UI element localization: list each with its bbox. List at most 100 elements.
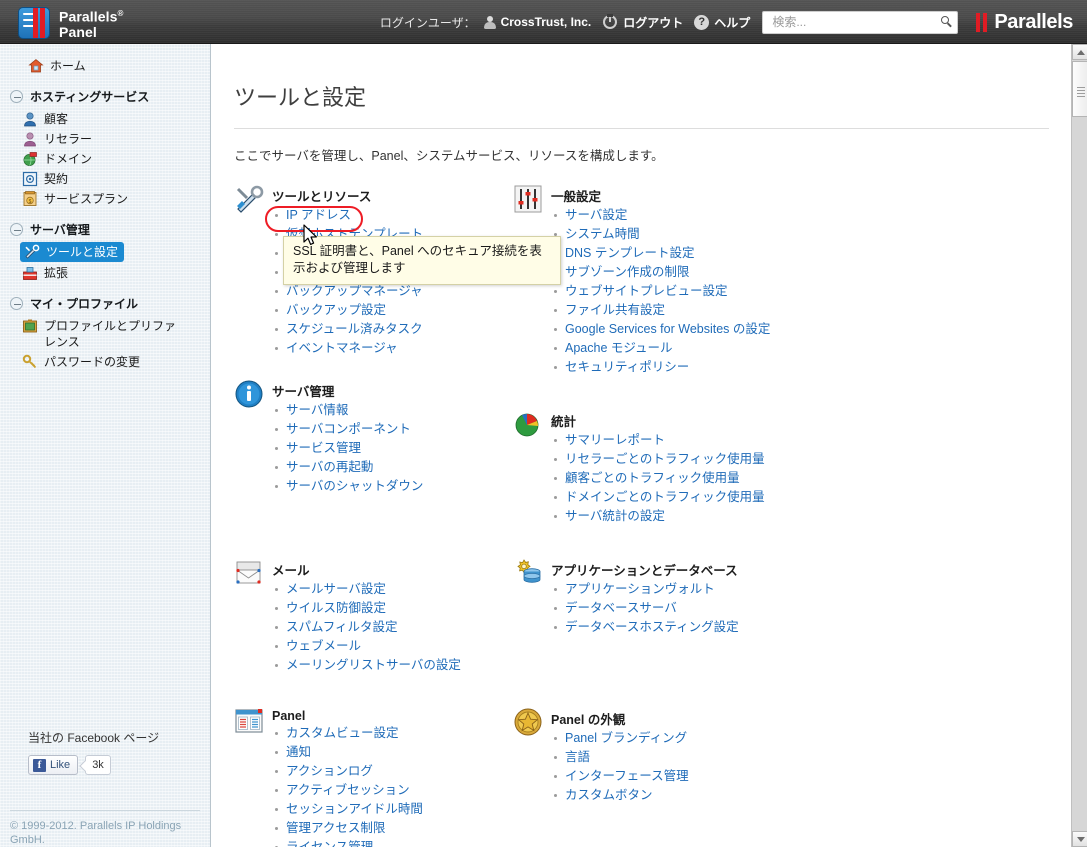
link-traffic-by-domain[interactable]: ドメインごとのトラフィック使用量 <box>565 490 765 504</box>
help-link[interactable]: ヘルプ <box>714 14 750 31</box>
link-restart-server[interactable]: サーバの再起動 <box>286 460 373 474</box>
link-google-services-settings[interactable]: Google Services for Websites の設定 <box>565 322 770 336</box>
parallels-logo-text: Parallels <box>994 10 1073 33</box>
list-item: カスタムボタン <box>551 788 778 807</box>
section-panel-appearance: Panel の外観 Panel ブランディング 言語 インターフェース管理 カス… <box>513 707 778 807</box>
login-user-label: ログインユーザ： <box>379 15 476 30</box>
link-application-vault[interactable]: アプリケーションヴォルト <box>565 582 715 596</box>
key-icon <box>22 354 38 370</box>
collapse-minus-icon[interactable] <box>10 223 23 236</box>
link-webmail[interactable]: ウェブメール <box>286 639 361 653</box>
link-apache-modules[interactable]: Apache モジュール <box>565 341 673 355</box>
link-server-statistics-settings[interactable]: サーバ統計の設定 <box>565 509 665 523</box>
link-notifications[interactable]: 通知 <box>286 745 311 759</box>
scroll-down-button[interactable] <box>1072 831 1087 847</box>
sidebar-item-tools-and-settings[interactable]: ツールと設定 <box>20 242 125 262</box>
sidebar-group-label: マイ・プロファイル <box>30 297 139 311</box>
link-summary-report[interactable]: サマリーレポート <box>565 433 665 447</box>
sidebar-item-home[interactable]: ホーム <box>28 56 210 76</box>
link-services-management[interactable]: サービス管理 <box>286 441 361 455</box>
section-link-list: サーバ情報 サーバコンポーネント サービス管理 サーバの再起動 サーバのシャット… <box>272 403 499 498</box>
link-backup-settings[interactable]: バックアップ設定 <box>286 303 386 317</box>
list-item: 管理アクセス制限 <box>272 821 499 840</box>
scrollbar-thumb[interactable] <box>1072 61 1087 117</box>
link-interface-management[interactable]: インターフェース管理 <box>565 769 689 783</box>
sidebar-group-my-profile[interactable]: マイ・プロファイル <box>10 295 210 312</box>
link-file-sharing-settings[interactable]: ファイル共有設定 <box>565 303 665 317</box>
link-dns-template-settings[interactable]: DNS テンプレート設定 <box>565 246 695 260</box>
collapse-minus-icon[interactable] <box>10 297 23 310</box>
sidebar-group-hosting-services[interactable]: ホスティングサービス <box>10 88 210 105</box>
parallels-corporate-logo: Parallels <box>976 11 1073 34</box>
link-mailing-list-server-settings[interactable]: メーリングリストサーバの設定 <box>286 658 461 672</box>
link-action-log[interactable]: アクションログ <box>286 764 373 778</box>
list-item: インターフェース管理 <box>551 769 778 788</box>
link-server-information[interactable]: サーバ情報 <box>286 403 348 417</box>
link-event-manager[interactable]: イベントマネージャ <box>286 341 398 355</box>
search-icon[interactable] <box>941 15 950 24</box>
logout-link[interactable]: ログアウト <box>623 14 683 31</box>
list-item: イベントマネージャ <box>272 341 499 360</box>
link-custom-buttons[interactable]: カスタムボタン <box>565 788 653 802</box>
sidebar-item-service-plans[interactable]: $ サービスプラン <box>22 189 210 209</box>
sidebar-item-subscriptions[interactable]: 契約 <box>22 169 210 189</box>
sidebar-item-customers[interactable]: 顧客 <box>22 109 210 129</box>
left-sidebar: ホーム ホスティングサービス 顧客 リセラー ドメイン 契約 $ サービスプラン <box>0 44 211 847</box>
section-link-list: サマリーレポート リセラーごとのトラフィック使用量 顧客ごとのトラフィック使用量… <box>551 433 778 528</box>
section-column: アプリケーションとデータベース アプリケーションヴォルト データベースサーバ デ… <box>505 558 784 677</box>
sidebar-group-server-management[interactable]: サーバ管理 <box>10 221 210 238</box>
list-item: スケジュール済みタスク <box>272 322 499 341</box>
vertical-scrollbar[interactable] <box>1071 44 1087 847</box>
title-divider <box>234 128 1049 129</box>
link-subzone-restrictions[interactable]: サブゾーン作成の制限 <box>565 265 689 279</box>
link-session-idle-time[interactable]: セッションアイドル時間 <box>286 802 423 816</box>
link-mail-server-settings[interactable]: メールサーバ設定 <box>286 582 386 596</box>
link-scheduled-tasks[interactable]: スケジュール済みタスク <box>286 322 423 336</box>
link-system-time[interactable]: システム時間 <box>565 227 640 241</box>
section-title: アプリケーションとデータベース <box>551 564 738 578</box>
parallels-panel-logo[interactable]: Parallels® Panel <box>18 6 124 40</box>
panel-logo-icon <box>18 6 50 39</box>
copyright-line-2: GmbH. <box>10 834 45 846</box>
search-box[interactable] <box>762 10 959 34</box>
scroll-up-button[interactable] <box>1072 44 1087 60</box>
help-icon[interactable]: ? <box>694 14 710 30</box>
list-item: サーバ設定 <box>551 208 778 227</box>
main-content: ツールと設定 ここでサーバを管理し、Panel、システムサービス、リソースを構成… <box>212 44 1071 847</box>
link-server-settings[interactable]: サーバ設定 <box>565 208 627 222</box>
link-server-components[interactable]: サーバコンポーネント <box>286 422 411 436</box>
search-input[interactable] <box>770 14 936 30</box>
collapse-minus-icon[interactable] <box>10 90 23 103</box>
sidebar-item-change-password[interactable]: パスワードの変更 <box>22 352 210 372</box>
list-item: ウイルス防御設定 <box>272 601 499 620</box>
list-item: カスタムビュー設定 <box>272 726 499 745</box>
link-license-management[interactable]: ライセンス管理 <box>286 840 373 847</box>
facebook-title: 当社の Facebook ページ <box>28 731 160 745</box>
list-item: データベースサーバ <box>551 601 778 620</box>
link-panel-branding[interactable]: Panel ブランディング <box>565 731 687 745</box>
link-restrict-administrative-access[interactable]: 管理アクセス制限 <box>286 821 385 835</box>
link-spam-filter-settings[interactable]: スパムフィルタ設定 <box>286 620 398 634</box>
extensions-icon <box>22 265 38 281</box>
sidebar-item-profile-and-preferences[interactable]: プロファイルとプリファレンス <box>22 316 210 352</box>
link-ip-addresses[interactable]: IP アドレス <box>286 208 351 222</box>
link-database-hosting-settings[interactable]: データベースホスティング設定 <box>565 620 739 634</box>
logged-in-user-name[interactable]: CrossTrust, Inc. <box>501 15 592 29</box>
facebook-like-button[interactable]: f Like <box>28 755 79 775</box>
link-shutdown-server[interactable]: サーバのシャットダウン <box>286 479 423 493</box>
link-custom-view-settings[interactable]: カスタムビュー設定 <box>286 726 399 740</box>
link-website-preview-settings[interactable]: ウェブサイトプレビュー設定 <box>565 284 728 298</box>
sidebar-item-domains[interactable]: ドメイン <box>22 149 210 169</box>
link-antivirus-settings[interactable]: ウイルス防御設定 <box>286 601 386 615</box>
link-traffic-by-customer[interactable]: 顧客ごとのトラフィック使用量 <box>565 471 740 485</box>
list-item: メーリングリストサーバの設定 <box>272 658 499 677</box>
link-backup-manager[interactable]: バックアップマネージャ <box>286 284 423 298</box>
link-security-policy[interactable]: セキュリティポリシー <box>565 360 689 374</box>
link-database-servers[interactable]: データベースサーバ <box>565 601 677 615</box>
facebook-like-label: Like <box>50 759 71 771</box>
link-languages[interactable]: 言語 <box>565 750 590 764</box>
link-active-sessions[interactable]: アクティブセッション <box>286 783 410 797</box>
sidebar-item-resellers[interactable]: リセラー <box>22 129 210 149</box>
sidebar-item-extensions[interactable]: 拡張 <box>22 263 210 283</box>
link-traffic-by-reseller[interactable]: リセラーごとのトラフィック使用量 <box>565 452 765 466</box>
